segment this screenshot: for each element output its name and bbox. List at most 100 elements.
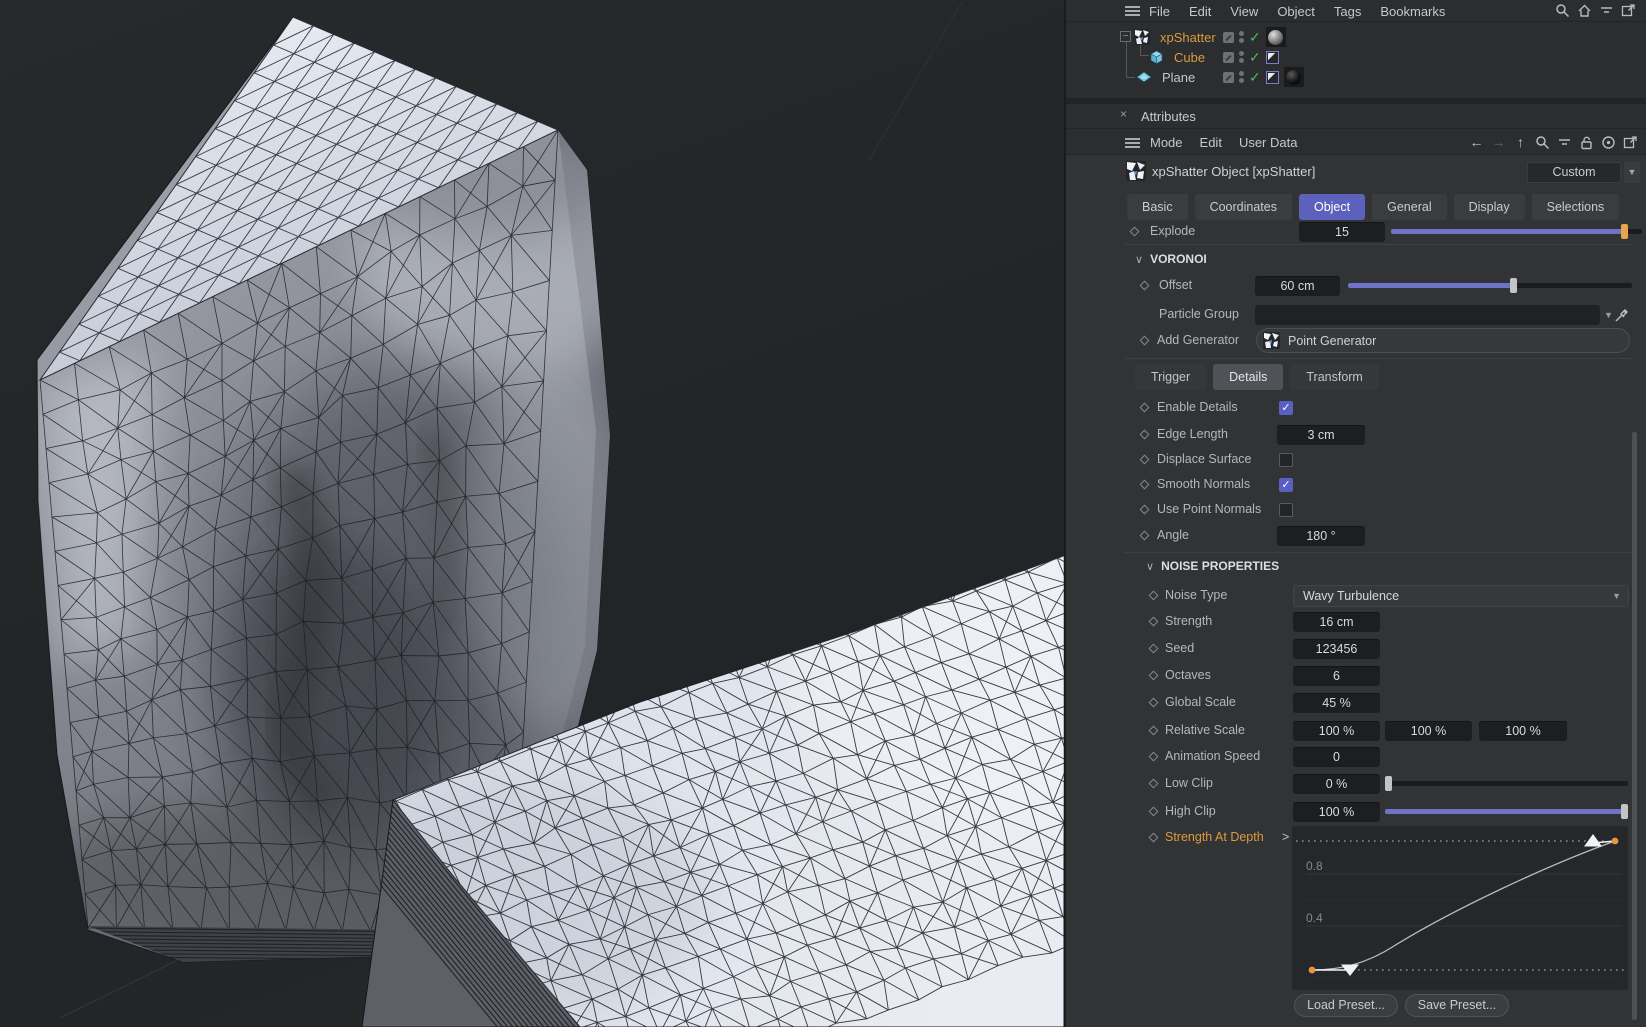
selection-tag-icon[interactable] — [1266, 51, 1279, 64]
tab-coordinates[interactable]: Coordinates — [1195, 194, 1292, 220]
hamburger-icon[interactable] — [1124, 5, 1141, 17]
enabled-check-icon[interactable]: ✓ — [1249, 50, 1261, 64]
menu-file[interactable]: File — [1149, 4, 1170, 19]
attr-menu-userdata[interactable]: User Data — [1239, 135, 1298, 150]
hamburger-icon[interactable] — [1124, 137, 1141, 149]
filter-icon[interactable] — [1599, 3, 1614, 18]
keyframe-diamond-icon[interactable] — [1130, 227, 1140, 237]
section-voronoi[interactable]: ∨VORONOI — [1135, 252, 1207, 266]
selection-tag-icon[interactable] — [1266, 71, 1279, 84]
smooth-normals-checkbox[interactable]: ✓ — [1279, 478, 1293, 492]
up-icon[interactable]: ↑ — [1513, 134, 1528, 150]
tab-object[interactable]: Object — [1299, 194, 1365, 220]
save-preset-button[interactable]: Save Preset... — [1405, 994, 1509, 1017]
load-preset-button[interactable]: Load Preset... — [1294, 994, 1398, 1017]
keyframe-diamond-icon[interactable] — [1140, 281, 1150, 291]
explode-value[interactable]: 15 — [1299, 222, 1385, 242]
offset-slider[interactable] — [1348, 283, 1632, 288]
attr-menu-edit[interactable]: Edit — [1200, 135, 1222, 150]
home-icon[interactable] — [1577, 3, 1592, 18]
object-name[interactable]: Plane — [1162, 70, 1195, 85]
curve-tangent-handle[interactable] — [1584, 834, 1602, 847]
editor-toggle-icon[interactable] — [1223, 72, 1234, 83]
offset-value[interactable]: 60 cm — [1255, 276, 1340, 296]
relative-scale-z[interactable]: 100 % — [1479, 721, 1567, 741]
material-thumb[interactable] — [1284, 67, 1304, 87]
noise-type-dropdown[interactable]: Wavy Turbulence▼ — [1293, 585, 1629, 607]
point-generator-button[interactable]: Point Generator — [1256, 328, 1630, 353]
octaves-value[interactable]: 6 — [1293, 666, 1380, 686]
menu-tags[interactable]: Tags — [1334, 4, 1361, 19]
subtab-details[interactable]: Details — [1213, 364, 1283, 390]
high-clip-slider[interactable] — [1385, 809, 1628, 814]
animation-speed-value[interactable]: 0 — [1293, 747, 1380, 767]
visibility-dots[interactable] — [1239, 51, 1244, 63]
menu-view[interactable]: View — [1230, 4, 1258, 19]
strength-at-depth-curve[interactable]: 0.8 0.4 — [1292, 826, 1628, 990]
explode-slider[interactable] — [1391, 229, 1642, 234]
object-row-xpshatter[interactable]: − xpShatter ✓ — [1066, 27, 1646, 47]
visibility-dots[interactable] — [1239, 31, 1244, 43]
search-icon[interactable] — [1555, 3, 1570, 18]
editor-toggle-icon[interactable] — [1223, 32, 1234, 43]
relative-scale-x[interactable]: 100 % — [1293, 721, 1380, 741]
particle-group-field[interactable] — [1255, 305, 1600, 325]
search-icon[interactable] — [1535, 135, 1550, 150]
viewport-3d[interactable] — [0, 0, 1064, 1027]
low-clip-slider[interactable] — [1385, 781, 1628, 786]
menu-object[interactable]: Object — [1277, 4, 1315, 19]
curve-point-start[interactable] — [1309, 967, 1316, 974]
global-scale-value[interactable]: 45 % — [1293, 693, 1380, 713]
object-row-plane[interactable]: Plane ✓ — [1066, 67, 1646, 87]
strength-value[interactable]: 16 cm — [1293, 612, 1380, 632]
high-clip-value[interactable]: 100 % — [1293, 802, 1380, 822]
section-noise-properties[interactable]: ∨NOISE PROPERTIES — [1146, 559, 1279, 573]
curve-point-end[interactable] — [1612, 838, 1619, 845]
expander-icon[interactable]: > — [1282, 830, 1289, 844]
close-icon[interactable]: × — [1120, 107, 1127, 121]
forward-icon[interactable]: → — [1491, 134, 1506, 150]
angle-value[interactable]: 180 ° — [1277, 526, 1365, 546]
enable-details-checkbox[interactable]: ✓ — [1279, 401, 1293, 415]
material-thumb[interactable] — [1266, 27, 1286, 47]
object-name[interactable]: xpShatter — [1160, 30, 1216, 45]
slider-handle[interactable] — [1621, 224, 1628, 239]
back-icon[interactable]: ← — [1469, 134, 1484, 150]
target-icon[interactable] — [1601, 135, 1616, 150]
new-window-icon[interactable] — [1621, 3, 1636, 18]
menu-edit[interactable]: Edit — [1189, 4, 1211, 19]
object-row-cube[interactable]: Cube ✓ — [1066, 47, 1646, 67]
keyframe-diamond-icon[interactable] — [1140, 336, 1150, 346]
seed-value[interactable]: 123456 — [1293, 639, 1380, 659]
new-window-icon[interactable] — [1623, 135, 1638, 150]
dropdown-arrow-icon[interactable]: ▼ — [1604, 310, 1613, 320]
menu-bookmarks[interactable]: Bookmarks — [1380, 4, 1445, 19]
enabled-check-icon[interactable]: ✓ — [1249, 30, 1261, 44]
edge-length-value[interactable]: 3 cm — [1277, 425, 1365, 445]
slider-handle[interactable] — [1385, 776, 1392, 791]
slider-handle[interactable] — [1510, 278, 1517, 293]
slider-handle[interactable] — [1621, 804, 1628, 819]
tab-display[interactable]: Display — [1454, 194, 1525, 220]
tab-general[interactable]: General — [1372, 194, 1446, 220]
preset-dropdown-arrow-icon[interactable]: ▼ — [1624, 162, 1640, 183]
scrollbar[interactable] — [1632, 432, 1637, 1020]
low-clip-value[interactable]: 0 % — [1293, 774, 1380, 794]
expand-icon[interactable]: − — [1120, 31, 1131, 42]
attr-menu-mode[interactable]: Mode — [1150, 135, 1183, 150]
displace-surface-checkbox[interactable] — [1279, 453, 1293, 467]
relative-scale-y[interactable]: 100 % — [1385, 721, 1472, 741]
tab-selections[interactable]: Selections — [1532, 194, 1620, 220]
object-name[interactable]: Cube — [1174, 50, 1205, 65]
enabled-check-icon[interactable]: ✓ — [1249, 70, 1261, 84]
editor-toggle-icon[interactable] — [1223, 52, 1234, 63]
visibility-dots[interactable] — [1239, 71, 1244, 83]
tab-basic[interactable]: Basic — [1127, 194, 1188, 220]
filter-icon[interactable] — [1557, 135, 1572, 150]
use-point-normals-checkbox[interactable] — [1279, 503, 1293, 517]
subtab-trigger[interactable]: Trigger — [1135, 364, 1206, 390]
preset-dropdown[interactable]: Custom — [1527, 162, 1621, 183]
subtab-transform[interactable]: Transform — [1290, 364, 1379, 390]
lock-icon[interactable] — [1579, 135, 1594, 150]
eyedropper-icon[interactable] — [1614, 307, 1630, 323]
